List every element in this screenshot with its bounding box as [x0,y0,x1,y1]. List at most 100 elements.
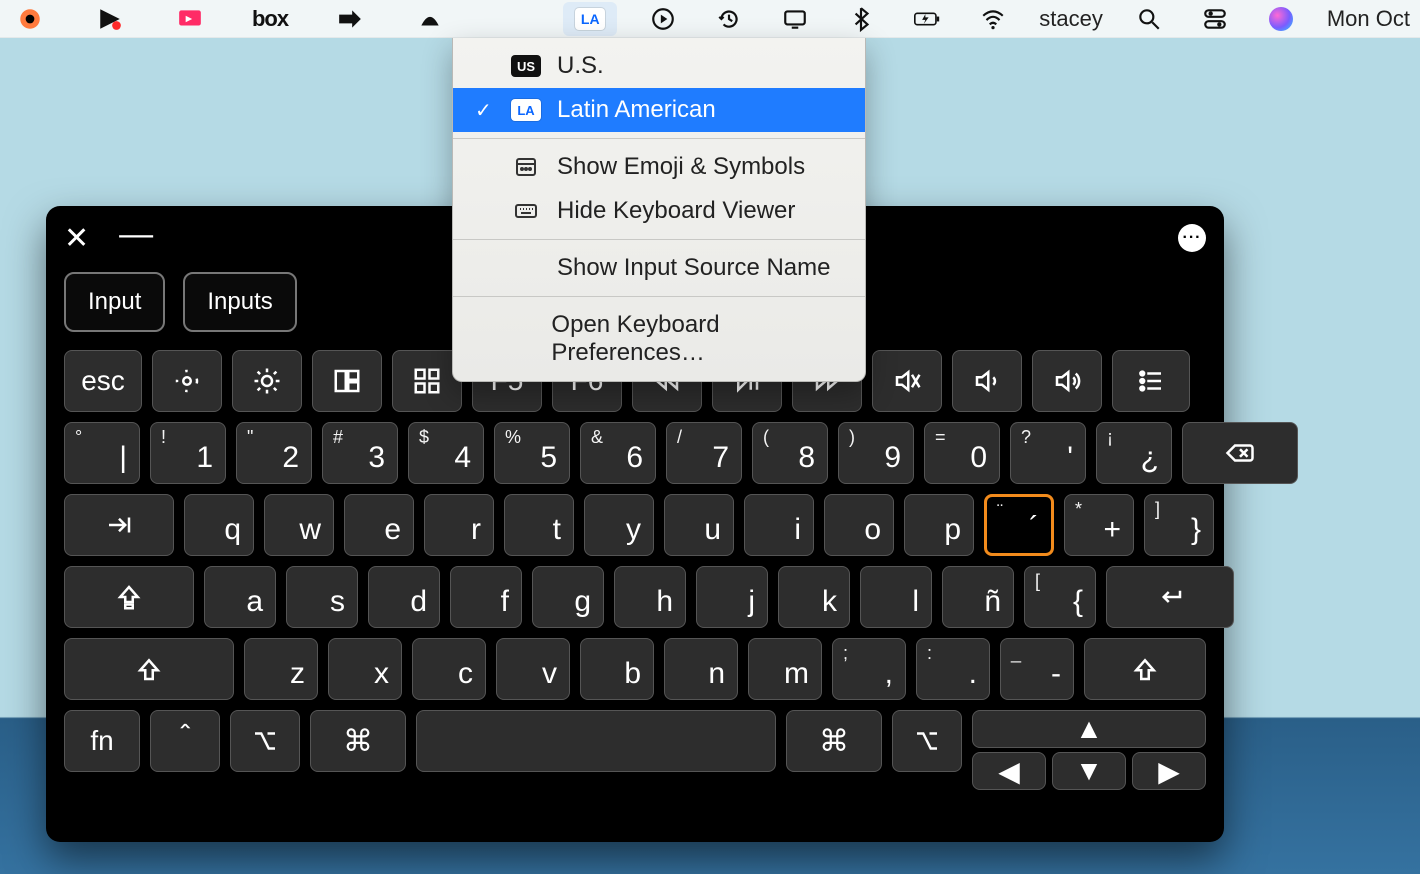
key-s[interactable]: s [286,566,358,628]
key-backspace[interactable] [1182,422,1298,484]
key-option-right[interactable] [892,710,962,772]
user-name[interactable]: stacey [1039,6,1103,32]
key-q[interactable]: q [184,494,254,556]
key-arrow-right[interactable]: ▶ [1132,752,1206,790]
key-j[interactable]: j [696,566,768,628]
key-fn[interactable]: fn [64,710,140,772]
key-space[interactable] [416,710,776,772]
clock[interactable]: Mon Oct [1327,6,1410,32]
show-emoji-item[interactable]: Show Emoji & Symbols [453,145,865,189]
input-source-item-la[interactable]: ✓ LA Latin American [453,88,865,132]
key-b[interactable]: b [580,638,654,700]
key-y[interactable]: y [584,494,654,556]
key-a[interactable]: a [204,566,276,628]
input-source-menu[interactable]: LA [563,2,617,36]
time-machine-icon[interactable] [709,4,749,34]
open-prefs-item[interactable]: Open Keyboard Preferences… [453,303,865,375]
display-icon[interactable] [775,4,815,34]
key-brightness-down[interactable] [152,350,222,412]
key-arrow-left[interactable]: ◀ [972,752,1046,790]
key-4[interactable]: $4 [408,422,484,484]
key-shift-right[interactable] [1084,638,1206,700]
key-6[interactable]: &6 [580,422,656,484]
app-icon-3[interactable] [170,4,210,34]
key-esc[interactable]: esc [64,350,142,412]
hide-keyboard-item[interactable]: Hide Keyboard Viewer [453,189,865,233]
key-control[interactable]: ＾ [150,710,220,772]
key-m[interactable]: m [748,638,822,700]
app-icon-5[interactable] [330,4,370,34]
bluetooth-icon[interactable] [841,4,881,34]
key-g[interactable]: g [532,566,604,628]
key-,[interactable]: ;, [832,638,906,700]
app-icon-6[interactable] [410,4,450,34]
key-'[interactable]: ?' [1010,422,1086,484]
key-2[interactable]: "2 [236,422,312,484]
key-9[interactable]: )9 [838,422,914,484]
key-option-left[interactable] [230,710,300,772]
key-k[interactable]: k [778,566,850,628]
key-n[interactable]: n [664,638,738,700]
key-arrow-down[interactable]: ▼ [1052,752,1126,790]
key-v[interactable]: v [496,638,570,700]
key-arrow-up[interactable]: ▲ [972,710,1206,748]
key-mute[interactable] [872,350,942,412]
battery-icon[interactable] [907,4,947,34]
key-u[interactable]: u [664,494,734,556]
key-w[interactable]: w [264,494,334,556]
spotlight-icon[interactable] [1129,4,1169,34]
key--[interactable]: _- [1000,638,1074,700]
key-f[interactable]: f [450,566,522,628]
control-center-icon[interactable] [1195,4,1235,34]
key-t[interactable]: t [504,494,574,556]
suggestion-chip[interactable]: Input [64,272,165,332]
key-o[interactable]: o [824,494,894,556]
app-icon-1[interactable] [10,4,50,34]
key-volume-down[interactable] [952,350,1022,412]
key-+[interactable]: *+ [1064,494,1134,556]
key-´[interactable]: ¨´ [984,494,1054,556]
key-7[interactable]: /7 [666,422,742,484]
box-app-icon[interactable]: box [250,4,290,34]
key-l[interactable]: l [860,566,932,628]
show-source-name-item[interactable]: Show Input Source Name [453,246,865,290]
key-h[interactable]: h [614,566,686,628]
key-x[interactable]: x [328,638,402,700]
key-e[interactable]: e [344,494,414,556]
key-¿[interactable]: ¡¿ [1096,422,1172,484]
key-i[interactable]: i [744,494,814,556]
key-command-left[interactable]: ⌘ [310,710,406,772]
key-|[interactable]: °| [64,422,140,484]
key-z[interactable]: z [244,638,318,700]
key-caps-lock[interactable] [64,566,194,628]
suggestion-chip[interactable]: Inputs [183,272,296,332]
key-volume-up[interactable] [1032,350,1102,412]
key-ñ[interactable]: ñ [942,566,1014,628]
key-p[interactable]: p [904,494,974,556]
wifi-icon[interactable] [973,4,1013,34]
close-button[interactable]: ✕ [64,221,89,256]
minimize-button[interactable]: — [119,215,153,254]
key-mission-control[interactable] [312,350,382,412]
key-5[interactable]: %5 [494,422,570,484]
key-tab[interactable] [64,494,174,556]
app-icon-2[interactable] [90,4,130,34]
key-3[interactable]: #3 [322,422,398,484]
key-}[interactable]: ]} [1144,494,1214,556]
key-0[interactable]: =0 [924,422,1000,484]
key-{[interactable]: [{ [1024,566,1096,628]
key-return[interactable] [1106,566,1234,628]
key-d[interactable]: d [368,566,440,628]
key-c[interactable]: c [412,638,486,700]
key-.[interactable]: :. [916,638,990,700]
key-brightness-up[interactable] [232,350,302,412]
key-command-right[interactable]: ⌘ [786,710,882,772]
key-r[interactable]: r [424,494,494,556]
input-source-item-us[interactable]: ✓ US U.S. [453,44,865,88]
siri-icon[interactable] [1261,4,1301,34]
key-shift-left[interactable] [64,638,234,700]
now-playing-icon[interactable] [643,4,683,34]
options-button[interactable]: ··· [1178,224,1206,252]
key-8[interactable]: (8 [752,422,828,484]
key-1[interactable]: !1 [150,422,226,484]
